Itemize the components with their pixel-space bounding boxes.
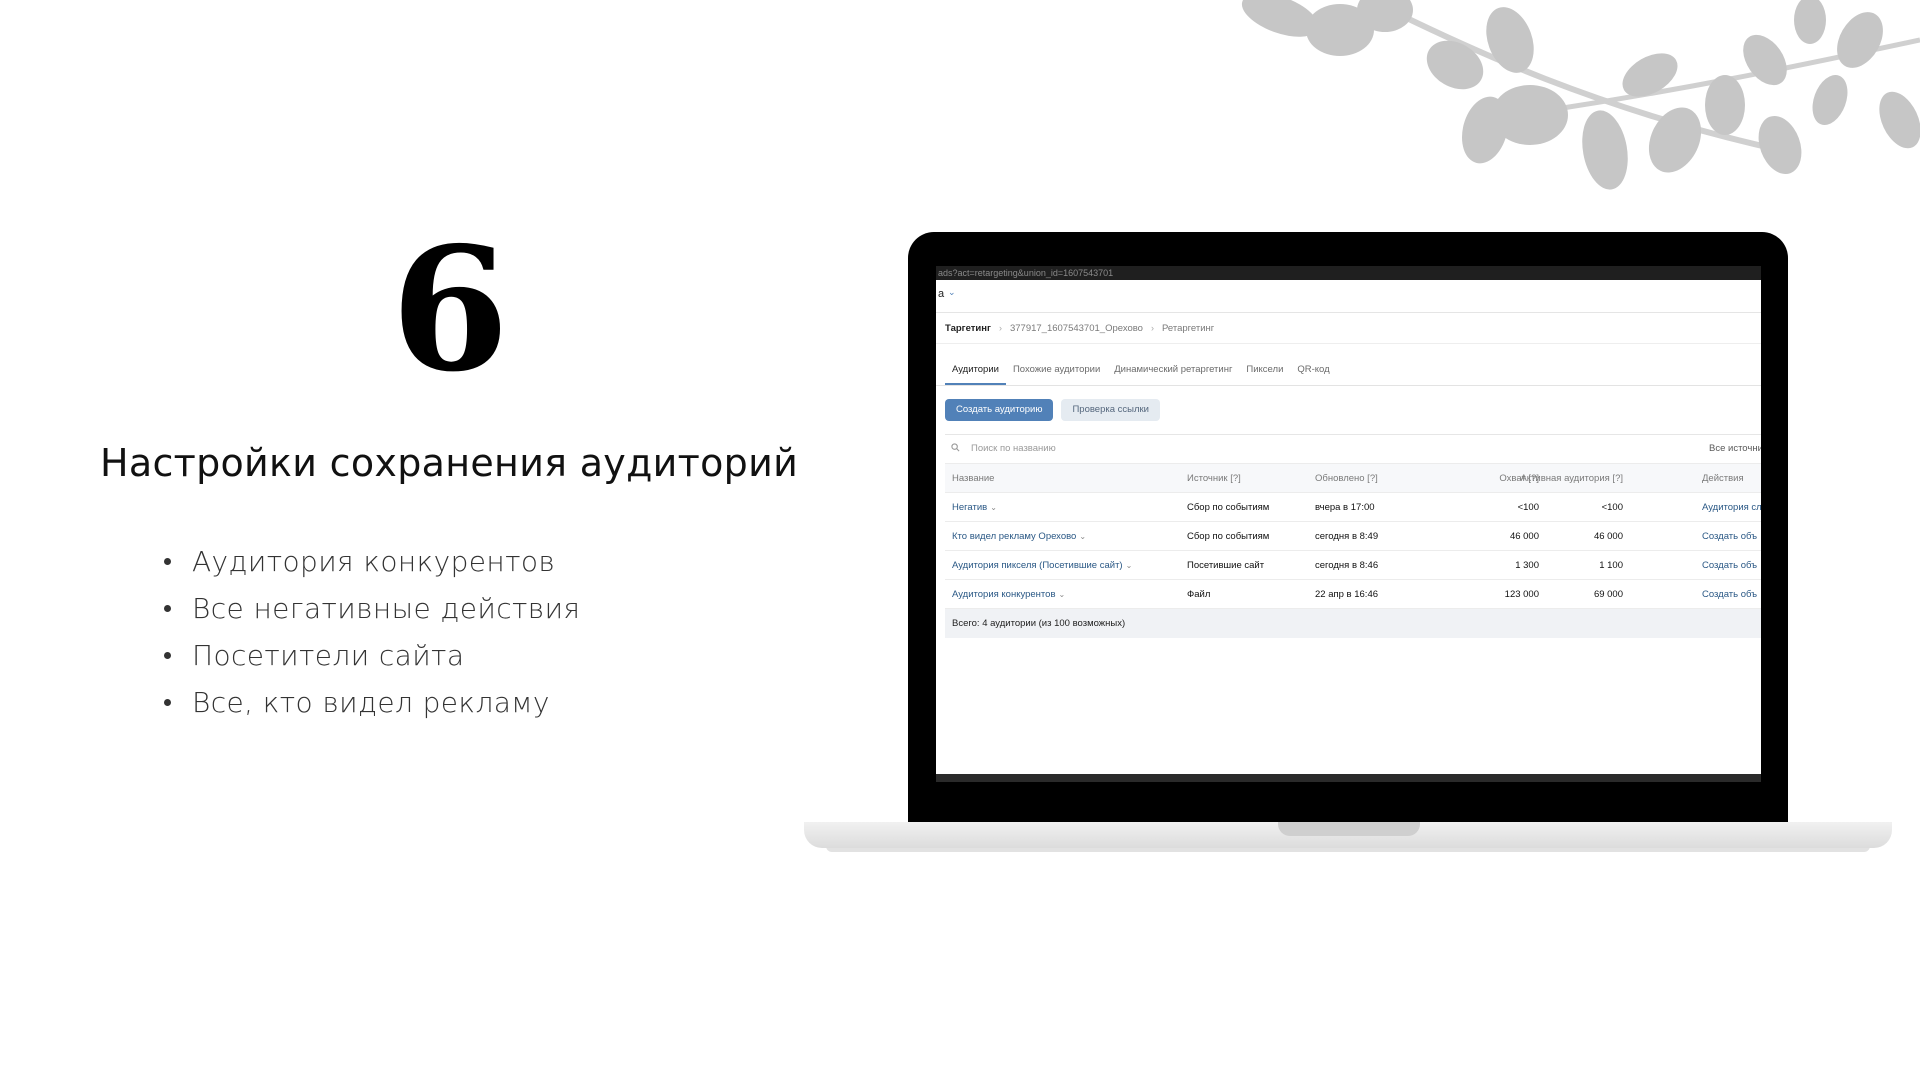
column-header-name[interactable]: Название: [952, 473, 994, 484]
tab-dynamic-retargeting[interactable]: Динамический ретаргетинг: [1107, 364, 1239, 385]
table-row: Аудитория пикселя (Посетившие сайт) ⌄ Пос…: [945, 551, 1761, 580]
audience-updated: сегодня в 8:46: [1315, 560, 1379, 571]
bullet-text: Все негативные действия: [192, 592, 581, 625]
audience-reach: <100: [1517, 502, 1539, 513]
action-buttons: Создать аудиторию Проверка ссылки: [936, 386, 1761, 434]
bullet-item: Все, кто видел рекламу: [160, 679, 580, 726]
bullet-text: Аудитория конкурентов: [192, 545, 556, 578]
audience-updated: сегодня в 8:49: [1315, 531, 1379, 542]
tab-pixels[interactable]: Пиксели: [1239, 364, 1290, 385]
tab-qr-code[interactable]: QR-код: [1290, 364, 1336, 385]
top-bar: а ⌄: [936, 280, 1761, 313]
audience-name-link[interactable]: Аудитория конкурентов ⌄: [952, 589, 1065, 600]
search-icon: [951, 443, 960, 452]
audience-active: 1 100: [1599, 560, 1623, 571]
chevron-down-icon[interactable]: ⌄: [1126, 561, 1133, 570]
screen-bottom-bar: [936, 774, 1761, 782]
bullet-item: Все негативные действия: [160, 585, 580, 632]
column-header-updated[interactable]: Обновлено [?]: [1315, 473, 1378, 484]
audience-reach: 1 300: [1515, 560, 1539, 571]
audience-reach: 46 000: [1509, 531, 1539, 542]
chevron-right-icon: ›: [998, 323, 1002, 333]
slide-title: Настройки сохранения аудиторий: [100, 441, 799, 485]
bullet-text: Посетители сайта: [192, 639, 465, 672]
slide-number: 6: [390, 210, 510, 410]
breadcrumb: Таргетинг › 377917_1607543701_Орехово › …: [936, 313, 1761, 344]
audience-active: 46 000: [1593, 531, 1623, 542]
audience-active: <100: [1601, 502, 1623, 513]
table-row: Аудитория конкурентов ⌄ Файл 22 апр в 16:…: [945, 580, 1761, 609]
audience-source: Сбор по событиям: [1187, 531, 1270, 542]
table-row: Кто видел рекламу Орехово ⌄ Сбор по событ…: [945, 522, 1761, 551]
source-filter-dropdown[interactable]: Все источники: [1709, 443, 1761, 454]
check-link-button[interactable]: Проверка ссылки: [1061, 399, 1160, 421]
audience-updated: 22 апр в 16:46: [1315, 589, 1379, 600]
audience-name-link[interactable]: Кто видел рекламу Орехово ⌄: [952, 531, 1086, 542]
create-audience-button[interactable]: Создать аудиторию: [945, 399, 1054, 421]
search-input[interactable]: [971, 443, 1271, 454]
breadcrumb-item-targeting[interactable]: Таргетинг: [945, 323, 991, 334]
audience-name-link[interactable]: Аудитория пикселя (Посетившие сайт) ⌄: [952, 560, 1132, 571]
total-count: Всего: 4 аудитории (из 100 возможных): [952, 618, 1126, 629]
chevron-right-icon: ›: [1150, 323, 1154, 333]
tab-bar: Аудитории Похожие аудитории Динамический…: [936, 352, 1761, 386]
search-row: Все источники: [945, 435, 1761, 464]
bullet-dot-icon: [164, 652, 171, 659]
tab-audiences[interactable]: Аудитории: [945, 364, 1006, 385]
table-header: Название Источник [?] Обновлено [?] Охва…: [945, 464, 1761, 493]
bullet-list: Аудитория конкурентов Все негативные дей…: [160, 538, 580, 726]
audience-source: Посетившие сайт: [1187, 560, 1265, 571]
bullet-item: Посетители сайта: [160, 632, 580, 679]
audience-name-link[interactable]: Негатив ⌄: [952, 502, 997, 513]
audience-active: 69 000: [1593, 589, 1623, 600]
column-header-actions: Действия: [1702, 473, 1744, 484]
audience-action-link[interactable]: Создать объ: [1702, 589, 1757, 600]
laptop-screen: ads?act=retargeting&union_id=1607543701 …: [936, 266, 1761, 782]
account-label[interactable]: а: [938, 288, 944, 300]
bullet-item: Аудитория конкурентов: [160, 538, 580, 585]
address-bar[interactable]: ads?act=retargeting&union_id=1607543701: [936, 266, 1761, 280]
column-header-source[interactable]: Источник [?]: [1187, 473, 1241, 484]
table-total: Всего: 4 аудитории (из 100 возможных): [945, 609, 1761, 638]
audience-name[interactable]: Аудитория пикселя (Посетившие сайт): [952, 560, 1123, 571]
tab-lookalike[interactable]: Похожие аудитории: [1006, 364, 1107, 385]
breadcrumb-item-retargeting: Ретаргетинг: [1161, 322, 1215, 334]
chevron-down-icon[interactable]: ⌄: [1079, 532, 1086, 541]
laptop-notch: [1278, 822, 1420, 836]
audience-action-link[interactable]: Создать объ: [1702, 531, 1757, 542]
audience-source: Сбор по событиям: [1187, 502, 1270, 513]
chevron-down-icon[interactable]: ⌄: [990, 503, 997, 512]
chevron-down-icon[interactable]: ⌄: [1059, 590, 1066, 599]
leaves-decoration: [1241, 0, 1920, 190]
audience-action-link[interactable]: Аудитория сл: [1702, 502, 1761, 513]
column-header-active[interactable]: Активная аудитория [?]: [1520, 473, 1623, 484]
audience-action-link[interactable]: Создать объ: [1702, 560, 1757, 571]
bullet-dot-icon: [164, 558, 171, 565]
table-row: Негатив ⌄ Сбор по событиям вчера в 17:00 …: [945, 493, 1761, 522]
chevron-down-icon[interactable]: ⌄: [948, 287, 956, 298]
audience-table: Все источники Название Источник [?] Обно…: [945, 434, 1761, 638]
audience-updated: вчера в 17:00: [1315, 502, 1375, 513]
audience-name[interactable]: Негатив: [952, 502, 987, 513]
bullet-dot-icon: [164, 699, 171, 706]
audience-name[interactable]: Кто видел рекламу Орехово: [952, 531, 1076, 542]
audience-source: Файл: [1187, 589, 1211, 600]
audience-name[interactable]: Аудитория конкурентов: [952, 589, 1056, 600]
bullet-text: Все, кто видел рекламу: [192, 686, 550, 719]
bullet-dot-icon: [164, 605, 171, 612]
audience-reach: 123 000: [1504, 589, 1539, 600]
breadcrumb-item-account[interactable]: 377917_1607543701_Орехово: [1010, 323, 1143, 334]
